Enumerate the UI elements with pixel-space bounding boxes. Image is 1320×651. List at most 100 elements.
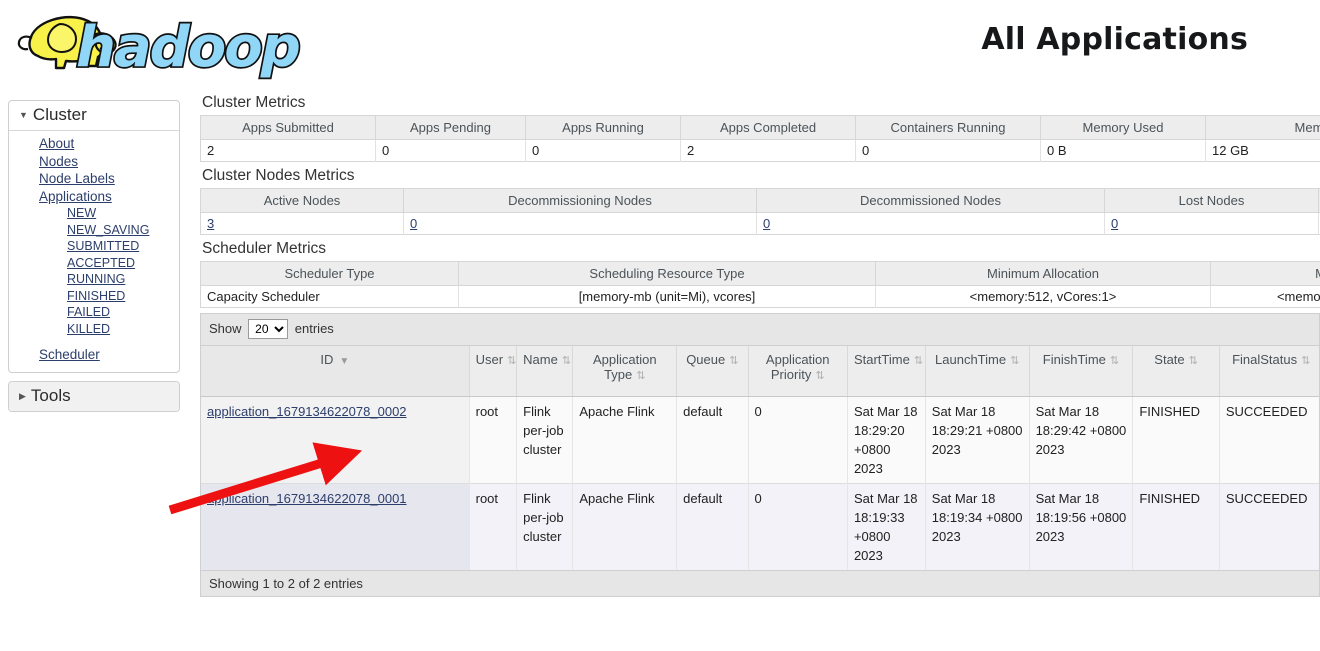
cell-state: FINISHED: [1132, 483, 1220, 570]
col-state-label: State: [1154, 352, 1185, 367]
cluster-nodes-metrics-wrap: Active Nodes Decommissioning Nodes Decom…: [200, 188, 1320, 235]
sidebar-item-finished[interactable]: FINISHED: [9, 288, 179, 305]
col-launch-time[interactable]: LaunchTime ⇅: [925, 346, 1030, 397]
cell-application-type: Apache Flink: [572, 483, 678, 570]
cell-queue: default: [676, 396, 749, 484]
value-active-nodes[interactable]: 3: [207, 216, 214, 231]
col-start-time-label: StartTime: [853, 352, 910, 367]
sort-both-icon: ⇅: [1109, 355, 1120, 367]
sidebar-tools-header[interactable]: ▶ Tools: [9, 381, 179, 411]
col-name[interactable]: Name ⇅: [516, 346, 574, 397]
col-application-type[interactable]: Application Type ⇅: [572, 346, 678, 397]
sidebar-item-running[interactable]: RUNNING: [9, 271, 179, 288]
col-final-status[interactable]: FinalStatus ⇅: [1219, 346, 1319, 397]
applications-table: ID ▼ User ⇅ Name ⇅ Application Type ⇅ Queue ⇅…: [201, 346, 1319, 570]
col-queue[interactable]: Queue ⇅: [676, 346, 749, 397]
col-application-priority[interactable]: Application Priority ⇅: [748, 346, 848, 397]
entries-label: entries: [294, 321, 334, 336]
application-id-link[interactable]: application_1679134622078_0001: [207, 491, 407, 506]
sidebar-tools-label: Tools: [30, 385, 71, 405]
value-maximum-allocation: <memory:4096: [1210, 285, 1320, 308]
cell-queue: default: [676, 483, 749, 570]
cell-final-status: SUCCEEDED: [1219, 483, 1319, 570]
col-minimum-allocation: Minimum Allocation: [875, 261, 1211, 286]
col-decommissioning-nodes: Decommissioning Nodes: [403, 188, 757, 213]
col-finish-time-label: FinishTime: [1042, 352, 1106, 367]
sort-desc-icon: ▼: [339, 356, 350, 367]
sort-both-icon: ⇅: [1010, 355, 1020, 367]
sort-both-icon: ⇅: [507, 355, 517, 367]
value-decommissioning-nodes[interactable]: 0: [410, 216, 417, 231]
col-containers-running: Containers Running: [855, 115, 1041, 140]
sidebar-item-new-saving[interactable]: NEW_SAVING: [9, 222, 179, 239]
cluster-nodes-metrics-table: Active Nodes Decommissioning Nodes Decom…: [200, 188, 1320, 235]
sidebar-item-submitted[interactable]: SUBMITTED: [9, 238, 179, 255]
col-start-time[interactable]: StartTime ⇅: [847, 346, 926, 397]
sidebar-item-about[interactable]: About: [9, 135, 179, 153]
sidebar-section-cluster: ▼ Cluster About Nodes Node Labels Applica…: [8, 100, 180, 373]
col-apps-running: Apps Running: [525, 115, 681, 140]
cell-finish-time: Sat Mar 18 18:19:56 +0800 2023: [1029, 483, 1134, 570]
col-apps-pending: Apps Pending: [375, 115, 526, 140]
application-id-link[interactable]: application_1679134622078_0002: [207, 404, 407, 419]
cell-user: root: [469, 483, 518, 570]
scheduler-metrics-table: Scheduler Type Scheduling Resource Type …: [200, 261, 1320, 308]
value-memory-used: 0 B: [1040, 139, 1206, 162]
page-title: All Applications: [981, 22, 1248, 57]
value-lost-nodes-cell: 0: [1104, 212, 1319, 235]
cell-user: root: [469, 396, 518, 484]
sidebar-item-accepted[interactable]: ACCEPTED: [9, 255, 179, 272]
col-memory-used: Memory Used: [1040, 115, 1206, 140]
col-user[interactable]: User ⇅: [469, 346, 518, 397]
sidebar-item-node-labels[interactable]: Node Labels: [9, 170, 179, 188]
col-launch-time-label: LaunchTime: [935, 352, 1007, 367]
sidebar-cluster-header[interactable]: ▼ Cluster: [9, 101, 179, 131]
value-lost-nodes[interactable]: 0: [1111, 216, 1118, 231]
sort-both-icon: ⇅: [1301, 355, 1311, 367]
col-scheduling-resource-type: Scheduling Resource Type: [458, 261, 876, 286]
sidebar-item-new[interactable]: NEW: [9, 205, 179, 222]
value-decommissioned-nodes[interactable]: 0: [763, 216, 770, 231]
sidebar-item-scheduler[interactable]: Scheduler: [9, 346, 179, 364]
sort-both-icon: ⇅: [913, 355, 924, 367]
value-scheduling-resource-type: [memory-mb (unit=Mi), vcores]: [458, 285, 876, 308]
col-name-label: Name: [523, 352, 558, 367]
table-row[interactable]: application_1679134622078_0001 root Flin…: [201, 483, 1319, 570]
value-apps-pending: 0: [375, 139, 526, 162]
col-id[interactable]: ID ▼: [201, 346, 470, 397]
sidebar-item-applications[interactable]: Applications: [9, 188, 179, 206]
cell-application-priority: 0: [748, 396, 848, 484]
caret-right-icon: ▶: [19, 390, 26, 401]
value-apps-running: 0: [525, 139, 681, 162]
col-queue-label: Queue: [686, 352, 726, 367]
cluster-nodes-metrics-title: Cluster Nodes Metrics: [202, 167, 355, 184]
col-user-label: User: [475, 352, 504, 367]
cell-start-time: Sat Mar 18 18:19:33 +0800 2023: [847, 483, 926, 570]
scheduler-metrics-wrap: Scheduler Type Scheduling Resource Type …: [200, 261, 1320, 308]
value-decommissioning-nodes-cell: 0: [403, 212, 757, 235]
sidebar-item-nodes[interactable]: Nodes: [9, 153, 179, 171]
table-row[interactable]: application_1679134622078_0002 root Flin…: [201, 396, 1319, 484]
page-size-select[interactable]: 20: [248, 319, 289, 339]
value-apps-completed: 2: [680, 139, 856, 162]
value-decommissioned-nodes-cell: 0: [756, 212, 1105, 235]
col-finish-time[interactable]: FinishTime ⇅: [1029, 346, 1134, 397]
col-active-nodes: Active Nodes: [200, 188, 404, 213]
table-header-row: Active Nodes Decommissioning Nodes Decom…: [200, 188, 1320, 213]
hadoop-logo[interactable]: hadoop: [8, 4, 318, 84]
value-memory-total: 12 GB: [1205, 139, 1320, 162]
main-content: Cluster Metrics Apps Submitted Apps Pend…: [200, 92, 1320, 597]
col-state[interactable]: State ⇅: [1132, 346, 1220, 397]
svg-text:hadoop: hadoop: [76, 15, 299, 80]
cell-id: application_1679134622078_0001: [201, 483, 470, 570]
applications-footer: Showing 1 to 2 of 2 entries: [201, 570, 1319, 596]
cell-name: Flink per-job cluster: [516, 483, 574, 570]
sort-both-icon: ⇅: [1188, 355, 1198, 367]
cell-finish-time: Sat Mar 18 18:29:42 +0800 2023: [1029, 396, 1134, 484]
col-decommissioned-nodes: Decommissioned Nodes: [756, 188, 1105, 213]
cell-launch-time: Sat Mar 18 18:19:34 +0800 2023: [925, 483, 1030, 570]
sidebar-item-failed[interactable]: FAILED: [9, 304, 179, 321]
applications-toolbar: Show 20 entries: [201, 314, 1319, 346]
sidebar-item-killed[interactable]: KILLED: [9, 321, 179, 338]
col-application-type-label: Application Type: [592, 352, 657, 382]
